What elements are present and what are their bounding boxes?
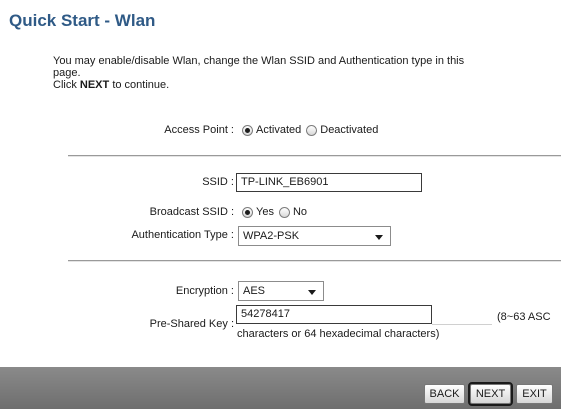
deactivated-radio[interactable] [306,124,318,136]
access-point-label: Access Point : [164,124,234,136]
intro-click: Click [53,79,77,91]
intro-line-3: Click NEXT to continue. [53,79,553,91]
broadcast-yes-label[interactable]: Yes [256,206,274,218]
psk-hint-b: characters or 64 hexadecimal characters) [237,328,440,340]
broadcast-ssid-radio-group: Yes No [242,206,312,218]
encryption-label: Encryption : [175,285,234,297]
intro-text: You may enable/disable Wlan, change the … [53,55,553,91]
intro-continue: to continue. [112,79,170,91]
access-point-radio-group: Activated Deactivated [242,124,383,136]
section-divider-2 [68,260,561,262]
pre-shared-key-label: Pre-Shared Key : [149,318,234,330]
pre-shared-key-input[interactable]: 54278417 [236,305,432,324]
back-button[interactable]: BACK [424,384,465,404]
page-title: Quick Start - Wlan [9,11,156,30]
broadcast-no-radio[interactable] [278,206,290,218]
activated-radio[interactable] [242,124,253,136]
intro-line-2: page. [53,67,81,79]
encryption-select[interactable]: AES [238,281,324,301]
chevron-down-icon [375,235,383,240]
intro-next: NEXT [79,79,110,91]
ssid-input[interactable]: TP-LINK_EB6901 [236,173,422,192]
section-divider-1 [68,155,561,157]
broadcast-yes-radio[interactable] [242,206,253,218]
broadcast-ssid-label: Broadcast SSID : [149,206,234,218]
intro-line-1: You may enable/disable Wlan, change the … [53,55,465,67]
exit-button[interactable]: EXIT [516,384,553,404]
broadcast-no-label[interactable]: No [293,206,307,218]
next-button[interactable]: NEXT [468,382,513,406]
psk-hint-a: (8~63 ASC [497,311,551,323]
activated-label[interactable]: Activated [256,124,301,136]
authentication-type-label: Authentication Type : [131,229,234,241]
deactivated-label[interactable]: Deactivated [320,124,378,136]
chevron-down-icon [308,290,316,295]
encryption-value: AES [243,285,266,297]
ssid-label: SSID : [202,176,234,188]
pre-shared-key-input-extension [432,305,492,325]
authentication-type-value: WPA2-PSK [243,230,300,242]
authentication-type-select[interactable]: WPA2-PSK [238,226,391,246]
